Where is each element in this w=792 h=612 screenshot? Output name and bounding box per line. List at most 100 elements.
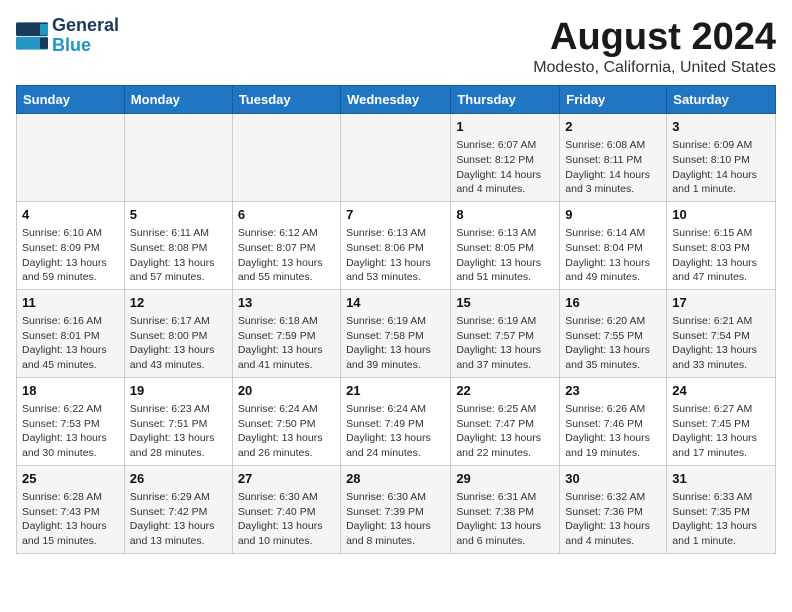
logo: General Blue: [16, 16, 119, 56]
day-info: Sunrise: 6:21 AM Sunset: 7:54 PM Dayligh…: [672, 314, 770, 373]
day-number: 28: [346, 470, 445, 488]
calendar-cell: 8 Sunrise: 6:13 AM Sunset: 8:05 PM Daylig…: [451, 201, 560, 289]
day-number: 4: [22, 206, 119, 224]
calendar-cell: 17Sunrise: 6:21 AM Sunset: 7:54 PM Dayli…: [667, 289, 776, 377]
calendar-body: 1 Sunrise: 6:07 AM Sunset: 8:12 PM Daylig…: [17, 114, 776, 554]
calendar-cell: 19 Sunrise: 6:23 AM Sunset: 7:51 PM Dayli…: [124, 377, 232, 465]
day-info: Sunrise: 6:30 AM Sunset: 7:39 PM Dayligh…: [346, 490, 445, 549]
calendar-cell: 30 Sunrise: 6:32 AM Sunset: 7:36 PM Dayli…: [560, 465, 667, 553]
day-number: 27: [238, 470, 335, 488]
calendar-cell: 9Sunrise: 6:14 AM Sunset: 8:04 PM Daylig…: [560, 201, 667, 289]
header-row: SundayMondayTuesdayWednesdayThursdayFrid…: [17, 86, 776, 114]
day-number: 2: [565, 118, 661, 136]
page-header: General Blue August 2024 Modesto, Califo…: [16, 16, 776, 77]
day-number: 5: [130, 206, 227, 224]
day-number: 13: [238, 294, 335, 312]
week-row-5: 25 Sunrise: 6:28 AM Sunset: 7:43 PM Dayli…: [17, 465, 776, 553]
day-number: 8: [456, 206, 554, 224]
calendar-title: August 2024: [533, 16, 776, 59]
calendar-cell: 28 Sunrise: 6:30 AM Sunset: 7:39 PM Dayli…: [341, 465, 451, 553]
day-info: Sunrise: 6:19 AM Sunset: 7:57 PM Dayligh…: [456, 314, 554, 373]
day-info: Sunrise: 6:08 AM Sunset: 8:11 PM Dayligh…: [565, 138, 661, 197]
day-number: 18: [22, 382, 119, 400]
day-info: Sunrise: 6:29 AM Sunset: 7:42 PM Dayligh…: [130, 490, 227, 549]
calendar-cell: [124, 114, 232, 202]
calendar-cell: 4 Sunrise: 6:10 AM Sunset: 8:09 PM Daylig…: [17, 201, 125, 289]
day-number: 3: [672, 118, 770, 136]
calendar-cell: 24 Sunrise: 6:27 AM Sunset: 7:45 PM Dayli…: [667, 377, 776, 465]
calendar-cell: 14 Sunrise: 6:19 AM Sunset: 7:58 PM Dayli…: [341, 289, 451, 377]
day-info: Sunrise: 6:33 AM Sunset: 7:35 PM Dayligh…: [672, 490, 770, 549]
day-info: Sunrise: 6:12 AM Sunset: 8:07 PM Dayligh…: [238, 226, 335, 285]
day-info: Sunrise: 6:22 AM Sunset: 7:53 PM Dayligh…: [22, 402, 119, 461]
calendar-cell: [17, 114, 125, 202]
day-number: 29: [456, 470, 554, 488]
day-number: 1: [456, 118, 554, 136]
day-info: Sunrise: 6:15 AM Sunset: 8:03 PM Dayligh…: [672, 226, 770, 285]
day-info: Sunrise: 6:10 AM Sunset: 8:09 PM Dayligh…: [22, 226, 119, 285]
calendar-cell: 21 Sunrise: 6:24 AM Sunset: 7:49 PM Dayli…: [341, 377, 451, 465]
week-row-3: 11Sunrise: 6:16 AM Sunset: 8:01 PM Dayli…: [17, 289, 776, 377]
day-info: Sunrise: 6:24 AM Sunset: 7:50 PM Dayligh…: [238, 402, 335, 461]
calendar-cell: 26 Sunrise: 6:29 AM Sunset: 7:42 PM Dayli…: [124, 465, 232, 553]
calendar-header: SundayMondayTuesdayWednesdayThursdayFrid…: [17, 86, 776, 114]
day-info: Sunrise: 6:23 AM Sunset: 7:51 PM Dayligh…: [130, 402, 227, 461]
day-info: Sunrise: 6:13 AM Sunset: 8:05 PM Dayligh…: [456, 226, 554, 285]
calendar-cell: 10Sunrise: 6:15 AM Sunset: 8:03 PM Dayli…: [667, 201, 776, 289]
day-number: 21: [346, 382, 445, 400]
day-info: Sunrise: 6:28 AM Sunset: 7:43 PM Dayligh…: [22, 490, 119, 549]
day-info: Sunrise: 6:24 AM Sunset: 7:49 PM Dayligh…: [346, 402, 445, 461]
calendar-cell: 11Sunrise: 6:16 AM Sunset: 8:01 PM Dayli…: [17, 289, 125, 377]
calendar-cell: 25 Sunrise: 6:28 AM Sunset: 7:43 PM Dayli…: [17, 465, 125, 553]
title-area: August 2024 Modesto, California, United …: [533, 16, 776, 77]
calendar-cell: 22 Sunrise: 6:25 AM Sunset: 7:47 PM Dayli…: [451, 377, 560, 465]
day-info: Sunrise: 6:13 AM Sunset: 8:06 PM Dayligh…: [346, 226, 445, 285]
calendar-table: SundayMondayTuesdayWednesdayThursdayFrid…: [16, 85, 776, 554]
logo-icon: [16, 22, 48, 50]
calendar-cell: 20Sunrise: 6:24 AM Sunset: 7:50 PM Dayli…: [232, 377, 340, 465]
week-row-1: 1 Sunrise: 6:07 AM Sunset: 8:12 PM Daylig…: [17, 114, 776, 202]
calendar-cell: [341, 114, 451, 202]
day-info: Sunrise: 6:17 AM Sunset: 8:00 PM Dayligh…: [130, 314, 227, 373]
week-row-4: 18 Sunrise: 6:22 AM Sunset: 7:53 PM Dayli…: [17, 377, 776, 465]
day-number: 22: [456, 382, 554, 400]
day-info: Sunrise: 6:26 AM Sunset: 7:46 PM Dayligh…: [565, 402, 661, 461]
header-cell-saturday: Saturday: [667, 86, 776, 114]
day-info: Sunrise: 6:32 AM Sunset: 7:36 PM Dayligh…: [565, 490, 661, 549]
day-number: 12: [130, 294, 227, 312]
day-info: Sunrise: 6:07 AM Sunset: 8:12 PM Dayligh…: [456, 138, 554, 197]
day-number: 19: [130, 382, 227, 400]
day-number: 25: [22, 470, 119, 488]
header-cell-tuesday: Tuesday: [232, 86, 340, 114]
day-info: Sunrise: 6:31 AM Sunset: 7:38 PM Dayligh…: [456, 490, 554, 549]
calendar-cell: 15Sunrise: 6:19 AM Sunset: 7:57 PM Dayli…: [451, 289, 560, 377]
day-number: 30: [565, 470, 661, 488]
week-row-2: 4 Sunrise: 6:10 AM Sunset: 8:09 PM Daylig…: [17, 201, 776, 289]
calendar-cell: 6 Sunrise: 6:12 AM Sunset: 8:07 PM Daylig…: [232, 201, 340, 289]
day-info: Sunrise: 6:25 AM Sunset: 7:47 PM Dayligh…: [456, 402, 554, 461]
day-info: Sunrise: 6:30 AM Sunset: 7:40 PM Dayligh…: [238, 490, 335, 549]
header-cell-sunday: Sunday: [17, 86, 125, 114]
calendar-cell: 3 Sunrise: 6:09 AM Sunset: 8:10 PM Daylig…: [667, 114, 776, 202]
day-info: Sunrise: 6:18 AM Sunset: 7:59 PM Dayligh…: [238, 314, 335, 373]
calendar-cell: 1 Sunrise: 6:07 AM Sunset: 8:12 PM Daylig…: [451, 114, 560, 202]
day-info: Sunrise: 6:27 AM Sunset: 7:45 PM Dayligh…: [672, 402, 770, 461]
day-number: 23: [565, 382, 661, 400]
calendar-cell: [232, 114, 340, 202]
header-cell-wednesday: Wednesday: [341, 86, 451, 114]
day-number: 24: [672, 382, 770, 400]
day-info: Sunrise: 6:14 AM Sunset: 8:04 PM Dayligh…: [565, 226, 661, 285]
day-info: Sunrise: 6:09 AM Sunset: 8:10 PM Dayligh…: [672, 138, 770, 197]
calendar-cell: 31 Sunrise: 6:33 AM Sunset: 7:35 PM Dayli…: [667, 465, 776, 553]
day-number: 31: [672, 470, 770, 488]
calendar-cell: 13 Sunrise: 6:18 AM Sunset: 7:59 PM Dayli…: [232, 289, 340, 377]
day-number: 6: [238, 206, 335, 224]
day-number: 26: [130, 470, 227, 488]
header-cell-monday: Monday: [124, 86, 232, 114]
calendar-cell: 7Sunrise: 6:13 AM Sunset: 8:06 PM Daylig…: [341, 201, 451, 289]
calendar-cell: 23 Sunrise: 6:26 AM Sunset: 7:46 PM Dayli…: [560, 377, 667, 465]
day-number: 14: [346, 294, 445, 312]
logo-text: General Blue: [52, 16, 119, 56]
calendar-cell: 27 Sunrise: 6:30 AM Sunset: 7:40 PM Dayli…: [232, 465, 340, 553]
day-info: Sunrise: 6:19 AM Sunset: 7:58 PM Dayligh…: [346, 314, 445, 373]
